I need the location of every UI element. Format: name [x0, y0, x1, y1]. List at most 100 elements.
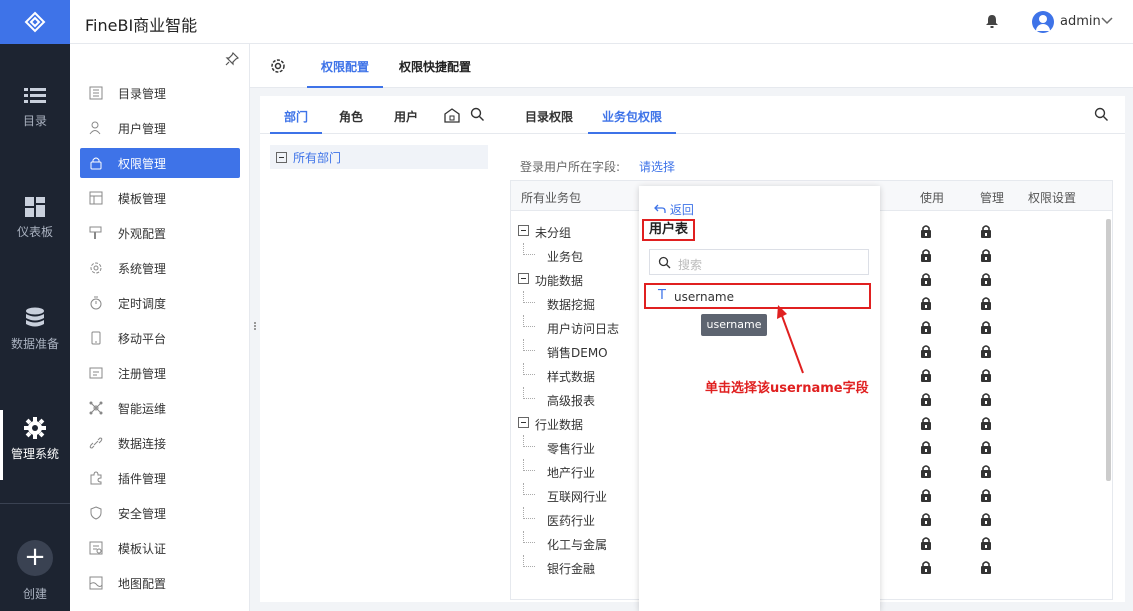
collapse-icon[interactable]	[518, 273, 529, 284]
scrollbar[interactable]	[1106, 219, 1111, 481]
menu-item-label: 外观配置	[118, 226, 167, 241]
use-lock-icon[interactable]	[920, 392, 932, 409]
manage-lock-icon[interactable]	[980, 536, 992, 553]
manage-lock-icon[interactable]	[980, 392, 992, 409]
search-icon[interactable]	[1094, 107, 1109, 122]
top-tabs: 权限配置 权限快捷配置	[250, 44, 1133, 88]
use-lock-icon[interactable]	[920, 440, 932, 457]
search-icon[interactable]	[470, 107, 485, 122]
rail-item-data-prep[interactable]: 数据准备	[0, 307, 70, 377]
menu-item-map[interactable]: 地图配置	[80, 568, 240, 598]
tree-connector	[523, 387, 535, 399]
use-lock-icon[interactable]	[920, 560, 932, 577]
menu-item-label: 移动平台	[118, 331, 167, 346]
manage-lock-icon[interactable]	[980, 416, 992, 433]
manage-lock-icon[interactable]	[980, 344, 992, 361]
rail-item-dashboard[interactable]: 仪表板	[0, 197, 70, 267]
use-lock-icon[interactable]	[920, 416, 932, 433]
use-lock-icon[interactable]	[920, 512, 932, 529]
menu-item-ops[interactable]: 智能运维	[80, 393, 240, 423]
create-button[interactable]: +	[17, 540, 53, 576]
menu-item-registration[interactable]: 注册管理	[80, 358, 240, 388]
org-tabs: 部门 角色 用户	[260, 96, 498, 134]
use-lock-icon[interactable]	[920, 344, 932, 361]
manage-lock-icon[interactable]	[980, 512, 992, 529]
field-tooltip: username	[701, 314, 767, 336]
app-logo[interactable]	[0, 0, 70, 44]
manage-lock-icon[interactable]	[980, 488, 992, 505]
manage-lock-icon[interactable]	[980, 296, 992, 313]
tab-catalog-permission[interactable]: 目录权限	[525, 108, 573, 125]
rail-label-admin: 管理系统	[10, 447, 59, 461]
menu-item-schedule[interactable]: 定时调度	[80, 288, 240, 318]
field-item-username[interactable]: T username	[644, 283, 871, 309]
package-label: 业务包	[547, 250, 584, 264]
dept-root-label: 所有部门	[293, 150, 342, 165]
dept-root-row[interactable]: 所有部门	[270, 145, 488, 169]
menu-item-label: 安全管理	[118, 506, 167, 521]
package-label: 数据挖掘	[547, 298, 596, 312]
tab-role[interactable]: 角色	[339, 108, 363, 125]
map-icon	[88, 575, 104, 591]
manage-lock-icon[interactable]	[980, 272, 992, 289]
rail-label-data-prep: 数据准备	[10, 337, 59, 351]
tab-package-permission[interactable]: 业务包权限	[587, 108, 677, 134]
package-label: 化工与金属	[547, 538, 608, 552]
manage-lock-icon[interactable]	[980, 224, 992, 241]
use-lock-icon[interactable]	[920, 488, 932, 505]
tab-permission-config[interactable]: 权限配置	[306, 58, 384, 88]
menu-item-templates[interactable]: 模板管理	[80, 183, 240, 213]
building-lock-icon[interactable]	[444, 107, 460, 123]
search-icon	[658, 256, 671, 269]
field-search-input[interactable]: 搜索	[649, 249, 869, 275]
manage-lock-icon[interactable]	[980, 464, 992, 481]
settings-icon[interactable]	[270, 58, 286, 74]
rail-divider	[0, 503, 70, 504]
tab-department[interactable]: 部门	[269, 108, 323, 134]
manage-lock-icon[interactable]	[980, 320, 992, 337]
app-rail: 目录 仪表板 数据准备 管理系统 + 创建	[0, 0, 70, 611]
menu-item-mobile[interactable]: 移动平台	[80, 323, 240, 353]
collapse-icon[interactable]	[518, 225, 529, 236]
login-field-select[interactable]: 请选择	[639, 158, 675, 175]
menu-item-catalog[interactable]: 目录管理	[80, 78, 240, 108]
menu-item-security[interactable]: 安全管理	[80, 498, 240, 528]
puzzle-icon	[88, 470, 104, 486]
manage-lock-icon[interactable]	[980, 248, 992, 265]
manage-lock-icon[interactable]	[980, 440, 992, 457]
rail-item-catalog[interactable]: 目录	[0, 86, 70, 156]
bell-icon[interactable]	[985, 14, 999, 29]
avatar[interactable]	[1032, 11, 1054, 33]
collapse-icon[interactable]	[276, 151, 287, 163]
menu-item-appearance[interactable]: 外观配置	[80, 218, 240, 248]
use-lock-icon[interactable]	[920, 224, 932, 241]
use-lock-icon[interactable]	[920, 320, 932, 337]
menu-item-label: 用户管理	[118, 121, 167, 136]
org-pane: 部门 角色 用户 所有部门	[260, 96, 498, 602]
tab-quick-config[interactable]: 权限快捷配置	[399, 58, 471, 75]
chevron-down-icon[interactable]	[1100, 14, 1114, 28]
menu-item-users[interactable]: 用户管理	[80, 113, 240, 143]
pin-icon[interactable]	[225, 52, 239, 66]
menu-item-data-connection[interactable]: 数据连接	[80, 428, 240, 458]
use-lock-icon[interactable]	[920, 248, 932, 265]
collapse-icon[interactable]	[518, 417, 529, 428]
rail-item-admin[interactable]: 管理系统	[0, 410, 70, 480]
create-label: 创建	[22, 587, 47, 601]
use-lock-icon[interactable]	[920, 272, 932, 289]
use-lock-icon[interactable]	[920, 296, 932, 313]
tab-user[interactable]: 用户	[394, 108, 418, 125]
tree-connector	[523, 507, 535, 519]
manage-lock-icon[interactable]	[980, 368, 992, 385]
menu-item-permissions[interactable]: 权限管理	[80, 148, 240, 178]
manage-lock-icon[interactable]	[980, 560, 992, 577]
username-label[interactable]: admin	[1060, 14, 1101, 29]
menu-item-system[interactable]: 系统管理	[80, 253, 240, 283]
use-lock-icon[interactable]	[920, 464, 932, 481]
menu-item-plugins[interactable]: 插件管理	[80, 463, 240, 493]
menu-item-template-auth[interactable]: 模板认证	[80, 533, 240, 563]
back-link[interactable]: 返回	[654, 201, 694, 218]
use-lock-icon[interactable]	[920, 368, 932, 385]
use-lock-icon[interactable]	[920, 536, 932, 553]
settings-icon	[88, 260, 104, 276]
